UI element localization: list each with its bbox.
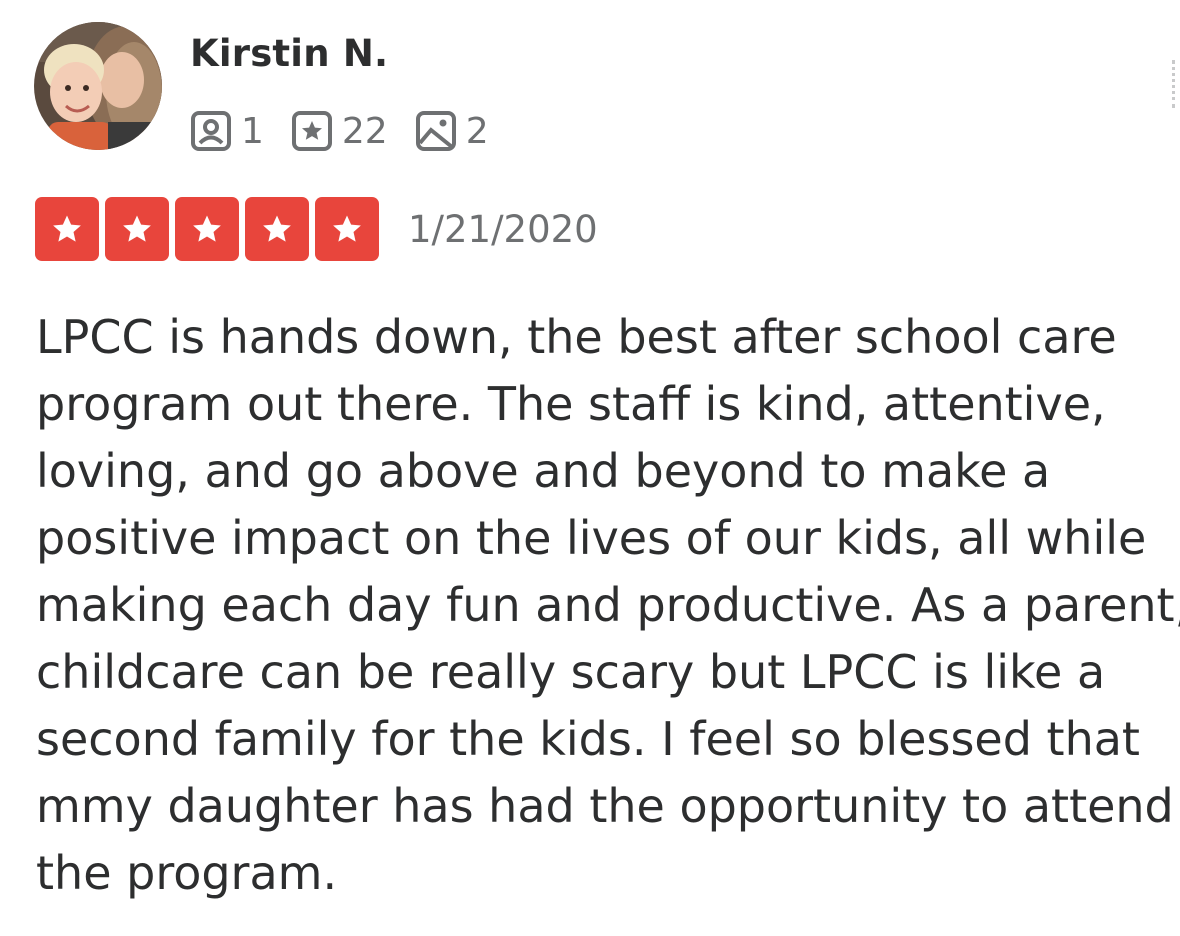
- reviews-count: 22: [341, 110, 388, 152]
- photos-stat: 2: [415, 110, 489, 152]
- photos-icon: [415, 110, 457, 152]
- review-text: LPCC is hands down, the best after schoo…: [36, 304, 1180, 907]
- review-text-line: second family for the kids. I feel so bl…: [36, 712, 1140, 766]
- avatar-photo: [34, 22, 162, 150]
- friends-icon: [190, 110, 232, 152]
- star-icon: [315, 197, 379, 261]
- photos-count: 2: [465, 110, 489, 152]
- avatar[interactable]: [34, 22, 162, 150]
- review-date: 1/21/2020: [408, 207, 598, 251]
- star-icon: [245, 197, 309, 261]
- review-card: Kirstin N. 1 22 2 1/21/2020 LPCC is hand…: [0, 0, 1180, 936]
- review-text-line: childcare can be really scary but LPCC i…: [36, 645, 1106, 699]
- reviews-icon: [291, 110, 333, 152]
- rating-row: 1/21/2020: [35, 197, 598, 261]
- reviews-stat: 22: [291, 110, 388, 152]
- star-icon: [35, 197, 99, 261]
- review-text-line: LPCC is hands down, the best after schoo…: [36, 310, 1117, 364]
- friends-stat: 1: [190, 110, 264, 152]
- review-text-line: positive impact on the lives of our kids…: [36, 511, 1147, 565]
- review-text-line: making each day fun and productive. As a…: [36, 578, 1180, 632]
- star-icon: [175, 197, 239, 261]
- star-rating: [35, 197, 385, 261]
- review-text-line: mmy daughter has had the opportunity to …: [36, 779, 1174, 833]
- star-icon: [105, 197, 169, 261]
- review-text-line: the program.: [36, 846, 338, 900]
- review-text-line: loving, and go above and beyond to make …: [36, 444, 1051, 498]
- user-name[interactable]: Kirstin N.: [190, 32, 388, 75]
- friends-count: 1: [241, 110, 264, 152]
- user-stats: 1 22 2: [190, 108, 516, 154]
- review-text-line: program out there. The staff is kind, at…: [36, 377, 1106, 431]
- more-options-icon[interactable]: [1172, 60, 1179, 108]
